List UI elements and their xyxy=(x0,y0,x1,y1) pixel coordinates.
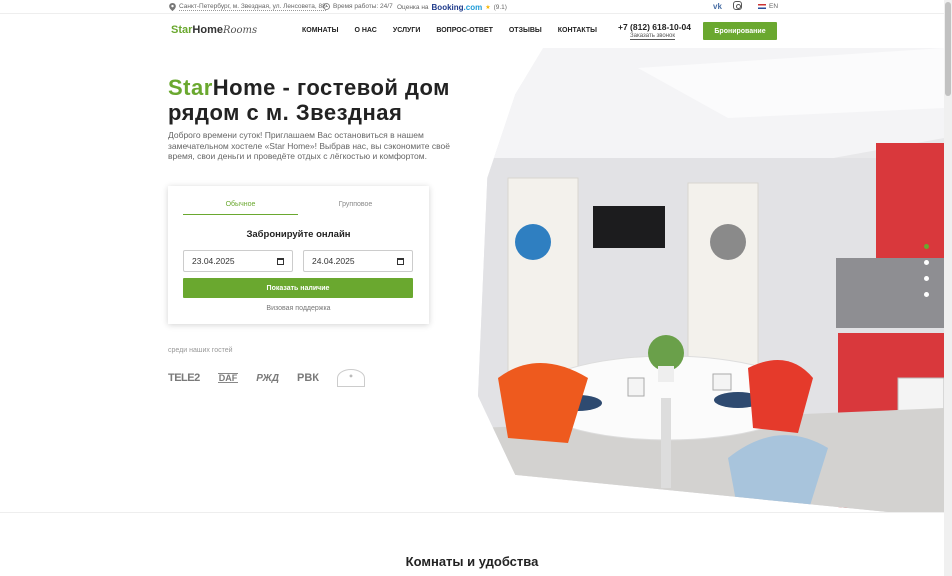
main-nav: КОМНАТЫ О НАС УСЛУГИ ВОПРОС-ОТВЕТ ОТЗЫВЫ… xyxy=(302,27,613,34)
slider-dots xyxy=(924,244,929,297)
kitchen-illustration xyxy=(478,48,944,512)
top-bar: Санкт-Петербург, м. Звездная, ул. Ленсов… xyxy=(0,0,944,14)
booking-heading: Забронируйте онлайн xyxy=(246,229,351,240)
rzd-logo: РЖД xyxy=(256,372,280,384)
language-label: EN xyxy=(769,3,779,10)
booking-rating[interactable]: Оценка на Booking.com ★ (9.1) xyxy=(397,3,507,12)
booking-logo[interactable]: Booking.com xyxy=(432,3,483,12)
booking-dotcom: .com xyxy=(463,3,483,12)
tab-regular[interactable]: Обычное xyxy=(183,201,298,215)
slider-dot[interactable] xyxy=(924,276,929,281)
hours-text: Время работы: 24/7 xyxy=(333,3,393,10)
nav-faq[interactable]: ВОПРОС-ОТВЕТ xyxy=(436,27,493,34)
checkout-date-value: 24.04.2025 xyxy=(312,256,355,266)
slider-dot[interactable] xyxy=(924,292,929,297)
vk-icon[interactable]: vk xyxy=(713,2,722,11)
logo-home: Home xyxy=(192,24,223,36)
language-switch[interactable]: EN xyxy=(758,3,778,10)
address[interactable]: Санкт-Петербург, м. Звездная, ул. Ленсов… xyxy=(169,3,326,11)
booking-tabs: Обычное Групповое xyxy=(183,201,413,215)
instagram-icon[interactable] xyxy=(733,1,742,10)
logo-star: Star xyxy=(171,24,193,36)
show-availability-button[interactable]: Показать наличие xyxy=(183,278,413,298)
booking-card: Обычное Групповое Забронируйте онлайн 23… xyxy=(168,186,429,324)
nav-about[interactable]: О НАС xyxy=(354,27,376,34)
nav-rooms[interactable]: КОМНАТЫ xyxy=(302,27,338,34)
uk-flag-icon xyxy=(758,4,766,9)
hero-title: StarHome - гостевой дом рядом с м. Звезд… xyxy=(168,75,450,125)
page-scrollbar[interactable] xyxy=(944,0,952,576)
callback-link[interactable]: Заказать звонок xyxy=(630,33,675,40)
star-icon: ★ xyxy=(485,5,491,11)
clock-icon xyxy=(323,3,330,10)
checkout-date-field[interactable]: 24.04.2025 xyxy=(303,250,413,272)
nav-contacts[interactable]: КОНТАКТЫ xyxy=(558,27,597,34)
logo[interactable]: StarHomeRooms xyxy=(171,24,257,36)
calendar-icon[interactable] xyxy=(277,257,284,265)
guests-label: среди наших гостей xyxy=(168,347,233,354)
rbk-logo: РВК xyxy=(297,372,320,384)
hero-title-accent: Star xyxy=(168,75,213,100)
checkin-date-field[interactable]: 23.04.2025 xyxy=(183,250,293,272)
emblem-logo: ◉ xyxy=(337,369,366,387)
nav-reviews[interactable]: ОТЗЫВЫ xyxy=(509,27,542,34)
hero-subtitle: Доброго времени суток! Приглашаем Вас ос… xyxy=(168,130,450,161)
booking-brand: Booking xyxy=(431,3,464,12)
partner-logos: TELE2 DAF РЖД РВК ◉ xyxy=(168,369,383,387)
tab-group[interactable]: Групповое xyxy=(298,201,413,215)
daf-logo: DAF xyxy=(217,373,239,383)
nav-services[interactable]: УСЛУГИ xyxy=(393,27,421,34)
hero-title-rest: Home - гостевой дом xyxy=(212,75,450,100)
rooms-section-title: Комнаты и удобства xyxy=(405,554,539,569)
phone-number[interactable]: +7 (812) 618-10-04 xyxy=(618,22,691,32)
scrollbar-thumb[interactable] xyxy=(945,2,951,96)
section-divider xyxy=(0,512,944,513)
slider-dot[interactable] xyxy=(924,260,929,265)
hero-title-line2: рядом с м. Звездная xyxy=(168,100,403,125)
rating-prefix: Оценка на xyxy=(397,4,429,11)
location-pin-icon xyxy=(169,3,176,11)
hero-photo xyxy=(478,48,944,512)
booking-button[interactable]: Бронирование xyxy=(703,22,777,40)
visa-support-link[interactable]: Визовая поддержка xyxy=(168,305,429,312)
address-text[interactable]: Санкт-Петербург, м. Звездная, ул. Ленсов… xyxy=(179,3,326,11)
working-hours: Время работы: 24/7 xyxy=(323,3,393,10)
checkin-date-value: 23.04.2025 xyxy=(192,256,235,266)
slider-dot[interactable] xyxy=(924,244,929,249)
header: StarHomeRooms КОМНАТЫ О НАС УСЛУГИ ВОПРО… xyxy=(0,14,944,50)
logo-rooms: Rooms xyxy=(222,25,258,36)
rating-value: (9.1) xyxy=(493,4,507,11)
tele2-logo: TELE2 xyxy=(168,372,200,384)
calendar-icon[interactable] xyxy=(397,257,404,265)
